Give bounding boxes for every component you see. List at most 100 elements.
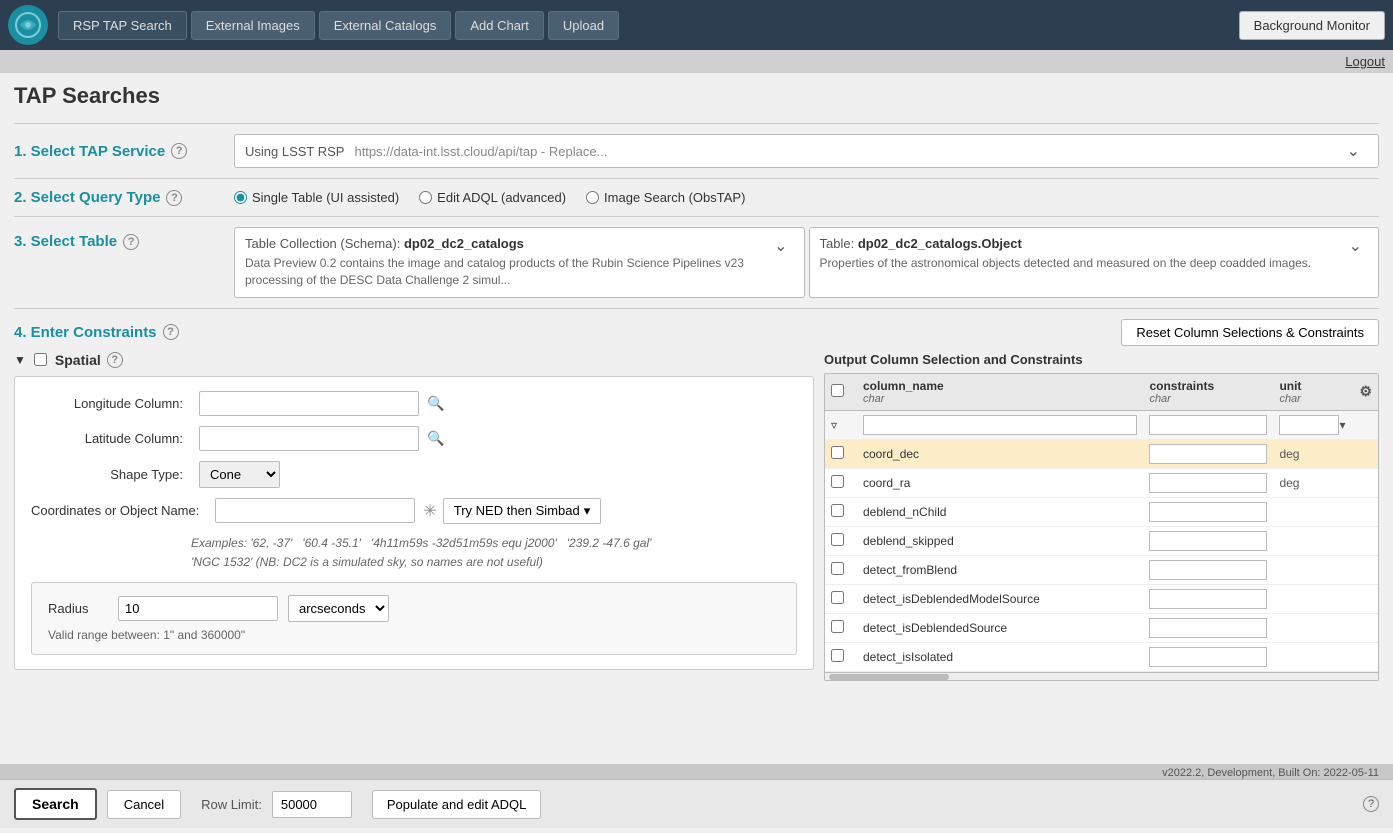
query-type-single-table[interactable]: Single Table (UI assisted) (234, 190, 399, 205)
table-row: coord_ra deg (825, 469, 1378, 498)
col-constraints-input[interactable] (1149, 502, 1267, 522)
longitude-search-icon[interactable]: 🔍 (427, 395, 444, 412)
col-select-checkbox[interactable] (831, 504, 844, 517)
step2-help-icon[interactable]: ? (166, 190, 182, 206)
step4-help-icon[interactable]: ? (163, 324, 179, 340)
col-select-checkbox[interactable] (831, 649, 844, 662)
radius-unit-select[interactable]: arcseconds arcminutes degrees (288, 595, 389, 622)
unit-header-text: unit (1279, 379, 1301, 393)
col-constraints-input[interactable] (1149, 444, 1267, 464)
shape-type-label: Shape Type: (31, 467, 191, 482)
tap-service-chevron-icon[interactable]: ⌄ (1339, 141, 1368, 161)
bottom-help-icon[interactable]: ? (1363, 796, 1379, 812)
column-select-all-checkbox[interactable] (831, 384, 844, 397)
col-select-checkbox[interactable] (831, 533, 844, 546)
logout-button[interactable]: Logout (1345, 54, 1385, 69)
table-card-schema-chevron-icon[interactable]: ⌄ (768, 236, 793, 256)
column-name-filter-input[interactable] (863, 415, 1137, 435)
col-settings-cell (1353, 643, 1378, 672)
col-constraints-input[interactable] (1149, 473, 1267, 493)
step1-help-icon[interactable]: ? (171, 143, 187, 159)
query-type-adql-label: Edit ADQL (advanced) (437, 190, 566, 205)
constraints-filter-input[interactable] (1149, 415, 1267, 435)
col-constraints-input[interactable] (1149, 560, 1267, 580)
row-checkbox-cell (825, 643, 857, 672)
col-select-checkbox[interactable] (831, 562, 844, 575)
search-button[interactable]: Search (14, 788, 97, 820)
resolve-btn-area: ✳ Try NED then Simbad ▾ (423, 498, 601, 524)
col-select-checkbox[interactable] (831, 475, 844, 488)
col-constraints-input[interactable] (1149, 531, 1267, 551)
tap-service-selector[interactable]: Using LSST RSP https://data-int.lsst.clo… (234, 134, 1379, 168)
nav-external-images[interactable]: External Images (191, 11, 315, 40)
row-checkbox-cell (825, 527, 857, 556)
unit-filter-cell: ▾ (1273, 411, 1353, 440)
table-card-table[interactable]: Table: dp02_dc2_catalogs.Object Properti… (809, 227, 1380, 298)
table-card-table-chevron-icon[interactable]: ⌄ (1343, 236, 1368, 256)
nav-upload[interactable]: Upload (548, 11, 619, 40)
longitude-input[interactable] (199, 391, 419, 416)
table-card-schema-content: Table Collection (Schema): dp02_dc2_cata… (245, 236, 768, 289)
table-row: coord_dec deg (825, 440, 1378, 469)
col-settings-cell (1353, 440, 1378, 469)
col-constraints-input[interactable] (1149, 618, 1267, 638)
step3-help-icon[interactable]: ? (123, 234, 139, 250)
constraints-header-text: constraints (1149, 379, 1214, 393)
col-unit-cell: deg (1273, 469, 1353, 498)
query-type-adql[interactable]: Edit ADQL (advanced) (419, 190, 566, 205)
nav-external-catalogs[interactable]: External Catalogs (319, 11, 452, 40)
column-panel-title: Output Column Selection and Constraints (824, 352, 1379, 367)
longitude-row: Longitude Column: 🔍 (31, 391, 797, 416)
shape-type-select[interactable]: Cone Polygon Range (199, 461, 280, 488)
latitude-search-icon[interactable]: 🔍 (427, 430, 444, 447)
horizontal-scrollbar[interactable] (829, 674, 949, 680)
col-select-checkbox[interactable] (831, 446, 844, 459)
resolve-button[interactable]: Try NED then Simbad ▾ (443, 498, 601, 524)
settings-icon[interactable]: ⚙ (1359, 383, 1372, 399)
nav-add-chart[interactable]: Add Chart (455, 11, 544, 40)
query-type-adql-radio[interactable] (419, 191, 432, 204)
table-card-schema-desc: Data Preview 0.2 contains the image and … (245, 255, 768, 289)
logout-bar: Logout (0, 50, 1393, 73)
query-type-obstap-radio[interactable] (586, 191, 599, 204)
col-constraints-input[interactable] (1149, 647, 1267, 667)
query-type-obstap[interactable]: Image Search (ObsTAP) (586, 190, 745, 205)
spatial-collapse-button[interactable] (14, 353, 26, 367)
filter-icon: ▿ (831, 418, 837, 432)
spatial-enable-checkbox[interactable] (34, 353, 47, 366)
latitude-input[interactable] (199, 426, 419, 451)
resolve-dropdown-icon[interactable]: ▾ (584, 503, 591, 519)
tap-service-prefix: Using LSST RSP (245, 144, 344, 159)
column-table-body: coord_dec deg coord_ra deg deblend_nChil… (825, 440, 1378, 672)
shape-type-row: Shape Type: Cone Polygon Range (31, 461, 797, 488)
constraints-filter-cell (1143, 410, 1273, 440)
unit-filter-dropdown-icon[interactable]: ▾ (1339, 418, 1345, 432)
col-settings-cell (1353, 469, 1378, 498)
background-monitor-button[interactable]: Background Monitor (1239, 11, 1385, 40)
cancel-button[interactable]: Cancel (107, 790, 181, 819)
col-name-cell: detect_isIsolated (857, 643, 1143, 672)
col-constraints-input[interactable] (1149, 589, 1267, 609)
column-table-header-row: column_name char constraints char unit c… (825, 374, 1378, 411)
col-name-cell: deblend_skipped (857, 527, 1143, 556)
row-limit-input[interactable] (272, 791, 352, 818)
step1-label-text: 1. Select TAP Service (14, 143, 165, 160)
radius-input[interactable] (118, 596, 278, 621)
spatial-help-icon[interactable]: ? (107, 352, 123, 368)
col-select-checkbox[interactable] (831, 620, 844, 633)
examples-label: Examples: '62, -37' '60.4 -35.1' '4h11m5… (191, 536, 651, 550)
unit-filter-input[interactable] (1279, 415, 1339, 435)
query-type-single-radio[interactable] (234, 191, 247, 204)
col-select-checkbox[interactable] (831, 591, 844, 604)
table-scrollbar-area[interactable] (825, 672, 1378, 680)
nav-rsp-tap-search[interactable]: RSP TAP Search (58, 11, 187, 40)
column-name-header: column_name char (857, 374, 1143, 411)
col-name-cell: coord_ra (857, 469, 1143, 498)
step1-label: 1. Select TAP Service ? (14, 143, 234, 160)
table-card-schema[interactable]: Table Collection (Schema): dp02_dc2_cata… (234, 227, 805, 298)
reset-constraints-button[interactable]: Reset Column Selections & Constraints (1121, 319, 1379, 346)
populate-adql-button[interactable]: Populate and edit ADQL (372, 790, 542, 819)
coord-input[interactable] (215, 498, 415, 523)
settings-header-cell: ⚙ (1353, 374, 1378, 411)
col-constraints-cell (1143, 614, 1273, 643)
